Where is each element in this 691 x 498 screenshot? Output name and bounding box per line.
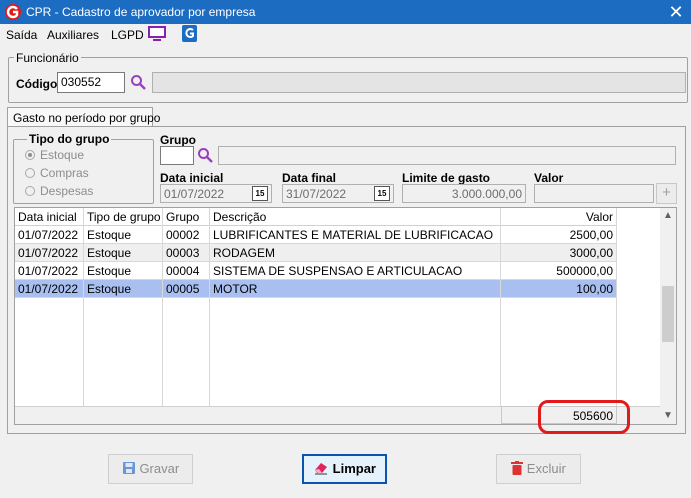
menu-auxiliares[interactable]: Auxiliares	[47, 28, 99, 42]
menu-lgpd[interactable]: LGPD	[111, 28, 144, 42]
grupo-search-icon[interactable]	[197, 147, 214, 164]
funcionario-name-field	[152, 72, 686, 93]
data-inicial-value: 01/07/2022	[164, 187, 225, 201]
app-logo-icon	[5, 4, 21, 20]
cell-descricao: RODAGEM	[210, 244, 501, 262]
limite-label: Limite de gasto	[402, 171, 491, 185]
cell-descricao: MOTOR	[210, 280, 501, 298]
cell-grupo: 00005	[163, 280, 210, 298]
limpar-button[interactable]: Limpar	[302, 454, 387, 484]
cell-valor: 2500,00	[501, 226, 617, 244]
grupo-input[interactable]	[160, 146, 194, 165]
tab-label: Gasto no período por grupo	[13, 111, 161, 125]
window-title: CPR - Cadastro de aprovador por empresa	[26, 5, 256, 19]
cell-tipo-grupo: Estoque	[84, 280, 163, 298]
radio-estoque-label: Estoque	[40, 148, 85, 162]
cell-valor: 3000,00	[501, 244, 617, 262]
radio-despesas[interactable]	[25, 186, 35, 196]
cell-tipo-grupo: Estoque	[84, 262, 163, 280]
vertical-scrollbar[interactable]: ▲ ▼	[660, 208, 676, 424]
app-g-icon[interactable]	[182, 25, 197, 42]
eraser-icon	[315, 463, 328, 475]
save-icon	[122, 462, 135, 474]
radio-estoque[interactable]	[25, 150, 35, 160]
col-header-data-inicial[interactable]: Data inicial	[15, 208, 84, 226]
tab-gasto-periodo[interactable]: Gasto no período por grupo	[7, 107, 160, 127]
radio-despesas-label: Despesas	[40, 184, 94, 198]
grupo-desc-field	[218, 146, 676, 165]
scroll-down-icon[interactable]: ▼	[663, 410, 673, 421]
cell-descricao: LUBRIFICANTES E MATERIAL DE LUBRIFICACAO	[210, 226, 501, 244]
scroll-up-icon[interactable]: ▲	[663, 210, 673, 221]
radio-compras-label: Compras	[40, 166, 89, 180]
valor-label: Valor	[534, 171, 564, 185]
col-header-grupo[interactable]: Grupo	[163, 208, 210, 226]
calendar-icon[interactable]: 15	[252, 186, 268, 201]
limpar-label: Limpar	[332, 461, 376, 476]
menu-saida[interactable]: Saída	[6, 28, 37, 42]
valor-input[interactable]	[534, 184, 654, 203]
cell-valor: 500000,00	[501, 262, 617, 280]
col-header-valor[interactable]: Valor	[501, 208, 617, 226]
data-final-value: 31/07/2022	[286, 187, 347, 201]
cell-data-inicial: 01/07/2022	[15, 226, 84, 244]
cell-grupo: 00002	[163, 226, 210, 244]
col-header-tipo-grupo[interactable]: Tipo de grupo	[84, 208, 163, 226]
codigo-label: Código	[16, 77, 58, 91]
cell-descricao: SISTEMA DE SUSPENSAO E ARTICULACAO	[210, 262, 501, 280]
data-inicial-label: Data inicial	[160, 171, 224, 185]
radio-compras[interactable]	[25, 168, 35, 178]
cell-grupo: 00004	[163, 262, 210, 280]
data-final-label: Data final	[282, 171, 337, 185]
funcionario-legend: Funcionário	[14, 51, 81, 65]
trash-icon	[511, 461, 524, 475]
highlight-annotation	[538, 400, 630, 434]
cell-data-inicial: 01/07/2022	[15, 262, 84, 280]
codigo-input[interactable]: 030552	[57, 72, 125, 93]
cell-grupo: 00003	[163, 244, 210, 262]
gravar-button[interactable]: Gravar	[108, 454, 193, 484]
scroll-thumb[interactable]	[662, 286, 674, 342]
calendar-icon-final[interactable]: 15	[374, 186, 390, 201]
add-button[interactable]: +	[656, 183, 677, 204]
cell-data-inicial: 01/07/2022	[15, 280, 84, 298]
excluir-label: Excluir	[526, 461, 566, 476]
grupo-label: Grupo	[160, 133, 196, 147]
gravar-label: Gravar	[139, 461, 180, 476]
tipo-grupo-legend: Tipo do grupo	[27, 132, 112, 146]
cell-valor: 100,00	[501, 280, 617, 298]
title-bar: CPR - Cadastro de aprovador por empresa …	[0, 0, 691, 24]
col-header-descricao[interactable]: Descrição	[210, 208, 501, 226]
gastos-table[interactable]: Data inicial Tipo de grupo Grupo Descriç…	[14, 207, 677, 425]
excluir-button[interactable]: Excluir	[496, 454, 581, 484]
cell-tipo-grupo: Estoque	[84, 226, 163, 244]
cell-tipo-grupo: Estoque	[84, 244, 163, 262]
monitor-icon[interactable]	[148, 26, 166, 42]
limite-input: 3.000.000,00	[402, 184, 526, 203]
search-icon[interactable]	[130, 74, 147, 91]
close-icon[interactable]: ✕	[664, 1, 688, 23]
cell-data-inicial: 01/07/2022	[15, 244, 84, 262]
